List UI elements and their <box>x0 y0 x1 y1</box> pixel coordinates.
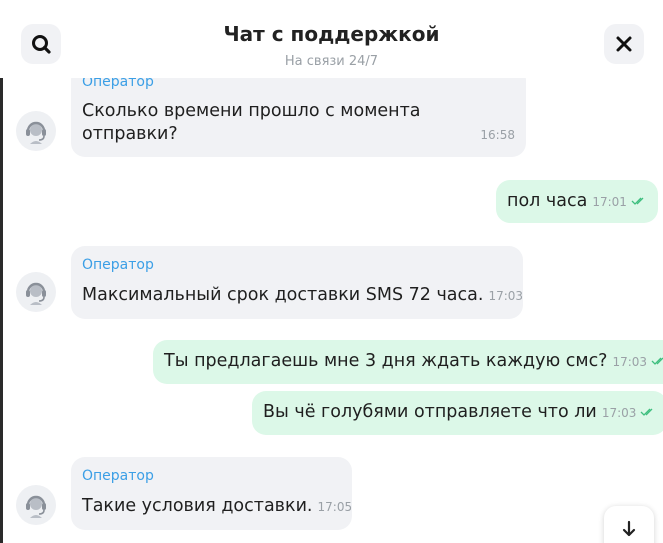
arrow-down-icon <box>622 520 636 537</box>
operator-headset-icon <box>26 495 46 518</box>
message-text: пол часа <box>507 191 588 211</box>
message-sender: Оператор <box>82 468 154 484</box>
message-time: 17:03 <box>612 355 648 369</box>
message-text-line: отправки? <box>82 124 178 144</box>
message-time: 17:03 <box>488 289 524 303</box>
close-icon <box>616 36 632 52</box>
double-check-icon <box>631 197 644 205</box>
message-text: Такие условия доставки. <box>82 496 313 516</box>
message-time: 17:05 <box>317 500 353 514</box>
page-subtitle: На связи 24/7 <box>284 54 379 69</box>
message-bubble-outgoing[interactable]: Вы чё голубями отправляете что ли 17:03 <box>252 391 663 435</box>
page-title: Чат с поддержкой <box>223 22 440 46</box>
operator-avatar <box>16 485 56 525</box>
message-text-line: Сколько времени прошло с момента <box>82 101 421 121</box>
message-text: Вы чё голубями отправляете что ли <box>263 402 597 422</box>
double-check-icon <box>640 408 653 416</box>
message-bubble-incoming[interactable]: Оператор Сколько времени прошло с момент… <box>71 66 526 157</box>
chat-header: Чат с поддержкой На связи 24/7 <box>0 0 663 78</box>
operator-headset-icon <box>26 121 46 144</box>
message-sender: Оператор <box>82 257 154 273</box>
double-check-icon <box>651 357 663 365</box>
message-time: 16:58 <box>480 128 515 142</box>
close-button[interactable] <box>604 24 644 64</box>
scroll-to-bottom-button[interactable] <box>604 506 654 543</box>
operator-avatar <box>16 111 56 151</box>
message-bubble-outgoing[interactable]: пол часа 17:01 <box>496 180 658 223</box>
operator-headset-icon <box>26 282 46 305</box>
message-time: 17:01 <box>592 195 627 209</box>
operator-avatar <box>16 272 56 312</box>
message-list[interactable]: Оператор Сколько времени прошло с момент… <box>0 0 663 543</box>
message-time: 17:03 <box>601 406 637 420</box>
message-bubble-outgoing[interactable]: Ты предлагаешь мне 3 дня ждать каждую см… <box>153 340 663 384</box>
message-text: Максимальный срок доставки SMS 72 часа. <box>82 285 484 305</box>
message-bubble-incoming[interactable]: Оператор Такие условия доставки. 17:05 <box>71 457 352 530</box>
message-text: Ты предлагаешь мне 3 дня ждать каждую см… <box>164 351 608 371</box>
message-bubble-incoming[interactable]: Оператор Максимальный срок доставки SMS … <box>71 246 523 319</box>
